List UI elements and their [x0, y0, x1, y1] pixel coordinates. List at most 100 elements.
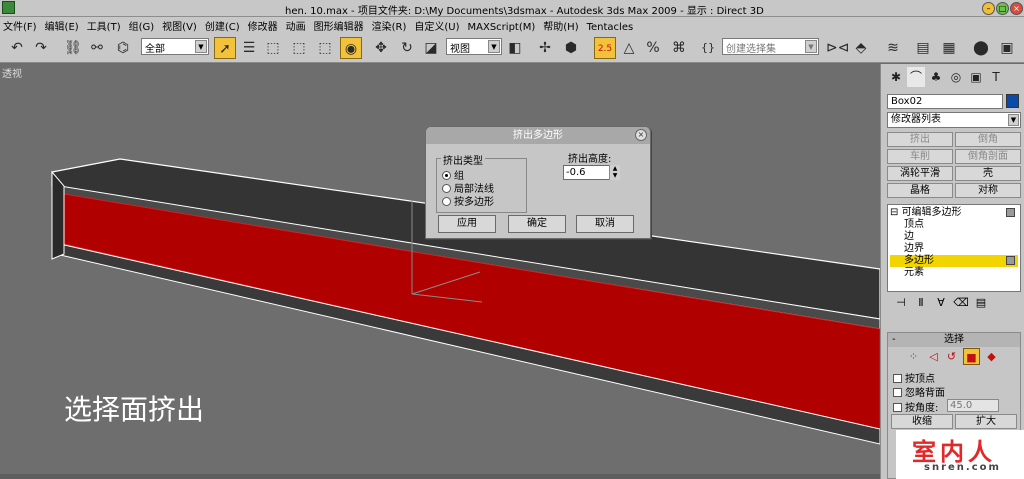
- symmetry-modifier-button[interactable]: 对称: [955, 183, 1021, 198]
- shell-modifier-button[interactable]: 壳: [955, 166, 1021, 181]
- menu-group[interactable]: 组(G): [126, 17, 160, 33]
- maximize-button[interactable]: □: [996, 2, 1009, 15]
- lathe-modifier-button[interactable]: 车削: [887, 149, 953, 164]
- menu-file[interactable]: 文件(F): [0, 17, 42, 33]
- lattice-modifier-button[interactable]: 晶格: [887, 183, 953, 198]
- align-icon[interactable]: ⬘: [850, 37, 872, 59]
- vertex-subobject-icon[interactable]: ⁘: [905, 348, 922, 365]
- undo-icon[interactable]: ↶: [6, 37, 28, 59]
- menu-modifiers[interactable]: 修改器: [245, 17, 283, 33]
- window-crossing-toggle-icon[interactable]: ◉: [340, 37, 362, 59]
- create-tab-icon[interactable]: ✱: [887, 67, 905, 87]
- checkbox-icon: [893, 388, 902, 397]
- menu-maxscript[interactable]: MAXScript(M): [465, 21, 541, 33]
- menu-help[interactable]: 帮助(H): [540, 17, 583, 33]
- bevel-modifier-button[interactable]: 倒角: [955, 132, 1021, 147]
- make-unique-icon[interactable]: ∀: [931, 296, 951, 309]
- menu-tools[interactable]: 工具(T): [84, 17, 126, 33]
- border-subobject-icon[interactable]: ↺: [943, 348, 960, 365]
- turbosmooth-modifier-button[interactable]: 涡轮平滑: [887, 166, 953, 181]
- object-color-swatch[interactable]: [1006, 94, 1019, 108]
- menu-graph-editors[interactable]: 图形编辑器: [311, 17, 369, 33]
- by-angle-checkbox[interactable]: 按角度:: [893, 399, 938, 414]
- scale-icon[interactable]: ◪: [420, 37, 442, 59]
- menu-create[interactable]: 创建(C): [202, 17, 245, 33]
- element-subobject-icon[interactable]: ◆: [983, 348, 1000, 365]
- curve-editor-icon[interactable]: ▤: [912, 37, 934, 59]
- minimize-button[interactable]: –: [982, 2, 995, 15]
- cancel-button[interactable]: 取消: [576, 215, 634, 233]
- polygon-subobject-icon[interactable]: ■: [963, 348, 980, 365]
- edge-subobject-icon[interactable]: ◁: [925, 348, 942, 365]
- close-button[interactable]: ×: [1010, 2, 1023, 15]
- bind-space-warp-icon[interactable]: ⌬: [112, 37, 134, 59]
- select-region-icon[interactable]: ⬚: [314, 37, 336, 59]
- display-tab-icon[interactable]: ▣: [967, 67, 985, 87]
- stack-item-border[interactable]: 边界: [890, 243, 1018, 255]
- stack-item-edge[interactable]: 边: [890, 231, 1018, 243]
- snap-toggle-icon[interactable]: 2.5: [594, 37, 616, 59]
- unlink-icon[interactable]: ⚯: [86, 37, 108, 59]
- edit-named-selection-icon[interactable]: {}: [697, 37, 719, 59]
- menu-edit[interactable]: 编辑(E): [42, 17, 84, 33]
- layer-manager-icon[interactable]: ≋: [882, 37, 904, 59]
- angle-input[interactable]: 45.0: [947, 399, 999, 412]
- menu-views[interactable]: 视图(V): [159, 17, 202, 33]
- modify-tab-icon[interactable]: ⌒: [907, 67, 925, 87]
- pin-stack-icon[interactable]: ⊣: [891, 296, 911, 309]
- window-crossing-icon[interactable]: ⬚: [288, 37, 310, 59]
- extrude-modifier-button[interactable]: 挤出: [887, 132, 953, 147]
- menu-rendering[interactable]: 渲染(R): [369, 17, 412, 33]
- selection-filter-dropdown[interactable]: 全部 ▼: [141, 38, 209, 55]
- schematic-view-icon[interactable]: ▦: [938, 37, 960, 59]
- mirror-icon[interactable]: ⊳⊲: [826, 37, 849, 59]
- viewport-label[interactable]: 透视: [2, 65, 22, 80]
- material-editor-icon[interactable]: ⬤: [970, 37, 992, 59]
- configure-sets-icon[interactable]: ▤: [971, 296, 991, 309]
- percent-snap-icon[interactable]: %: [642, 37, 664, 59]
- stack-item-polygon[interactable]: 多边形: [890, 255, 1018, 267]
- selection-rollout-header[interactable]: - 选择: [888, 333, 1020, 347]
- rotate-icon[interactable]: ↻: [396, 37, 418, 59]
- chevron-down-icon: ▼: [195, 40, 207, 53]
- stack-item-vertex[interactable]: 顶点: [890, 219, 1018, 231]
- stack-item-element[interactable]: 元素: [890, 267, 1018, 279]
- named-selection-dropdown[interactable]: 创建选择集 ▼: [722, 38, 819, 55]
- shrink-button[interactable]: 收缩: [891, 414, 953, 429]
- modifier-list-dropdown[interactable]: 修改器列表 ▼: [887, 112, 1021, 128]
- close-icon[interactable]: ×: [635, 129, 647, 141]
- hierarchy-tab-icon[interactable]: ♣: [927, 67, 945, 87]
- radio-by-polygon[interactable]: 按多边形: [442, 193, 494, 208]
- grow-button[interactable]: 扩大: [955, 414, 1017, 429]
- stack-root-editable-poly[interactable]: ⊟ 可编辑多边形: [890, 207, 1018, 219]
- link-icon[interactable]: ⛓: [62, 37, 84, 59]
- app-icon[interactable]: [2, 1, 15, 14]
- menu-customize[interactable]: 自定义(U): [411, 17, 464, 33]
- rect-selection-icon[interactable]: ⬚: [262, 37, 284, 59]
- pivot-center-icon[interactable]: ◧: [504, 37, 526, 59]
- menu-animation[interactable]: 动画: [283, 17, 311, 33]
- spinner-snap-icon[interactable]: ⌘: [668, 37, 690, 59]
- motion-tab-icon[interactable]: ◎: [947, 67, 965, 87]
- bevel-profile-modifier-button[interactable]: 倒角剖面: [955, 149, 1021, 164]
- keyboard-shortcut-icon[interactable]: ⬢: [560, 37, 582, 59]
- move-icon[interactable]: ✥: [370, 37, 392, 59]
- render-setup-icon[interactable]: ▣: [996, 37, 1018, 59]
- show-end-result-icon[interactable]: Ⅱ: [911, 296, 931, 309]
- dialog-title[interactable]: 挤出多边形: [426, 127, 650, 144]
- menu-tentacles[interactable]: Tentacles: [584, 21, 639, 33]
- remove-modifier-icon[interactable]: ⌫: [951, 296, 971, 309]
- ok-button[interactable]: 确定: [508, 215, 566, 233]
- select-manipulate-icon[interactable]: ✢: [534, 37, 556, 59]
- by-vertex-checkbox[interactable]: 按顶点: [893, 370, 935, 385]
- reference-coord-dropdown[interactable]: 视图 ▼: [446, 38, 502, 55]
- angle-snap-icon[interactable]: △: [618, 37, 640, 59]
- ignore-backfacing-checkbox[interactable]: 忽略背面: [893, 384, 945, 399]
- select-by-name-icon[interactable]: ☰: [238, 37, 260, 59]
- utilities-tab-icon[interactable]: T: [987, 67, 1005, 87]
- object-name-field[interactable]: Box02: [887, 94, 1003, 109]
- select-object-icon[interactable]: ➚: [214, 37, 236, 59]
- redo-icon[interactable]: ↷: [30, 37, 52, 59]
- extrusion-height-spinner[interactable]: ▲ ▼: [609, 165, 620, 180]
- apply-button[interactable]: 应用: [438, 215, 496, 233]
